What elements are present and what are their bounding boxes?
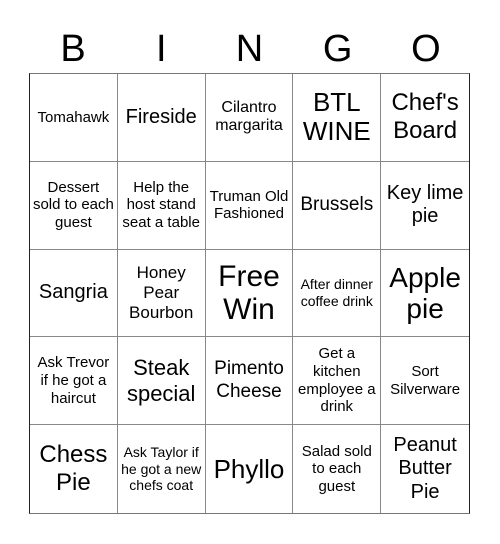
bingo-cell[interactable]: Sort Silverware (381, 337, 469, 426)
header-letter-i: I (156, 28, 167, 70)
header-letter-g: G (322, 28, 353, 70)
bingo-cell[interactable]: Apple pie (381, 250, 469, 338)
bingo-cell[interactable]: Tomahawk (30, 74, 118, 162)
header-letter-o: O (411, 28, 441, 70)
header-letter-b: B (60, 28, 86, 70)
header-letter-n: N (235, 28, 264, 70)
bingo-cell[interactable]: Cilantro margarita (205, 74, 294, 162)
bingo-header: B I N G O (29, 26, 470, 72)
bingo-cell[interactable]: Phyllo (206, 425, 294, 513)
bingo-cell[interactable]: Help the host stand seat a table (117, 161, 206, 250)
bingo-cell[interactable]: Sangria (30, 249, 118, 338)
bingo-cell[interactable]: Truman Old Fashioned (205, 161, 294, 250)
bingo-cell[interactable]: Pimento Cheese (205, 337, 294, 426)
bingo-cell[interactable]: Key lime pie (381, 162, 469, 250)
bingo-cell[interactable]: Brussels (293, 161, 382, 250)
bingo-cell[interactable]: Chess Pie (30, 425, 118, 513)
bingo-cell[interactable]: Chef's Board (381, 74, 469, 162)
bingo-cell[interactable]: Steak special (117, 337, 206, 426)
bingo-cell[interactable]: Ask Trevor if he got a haircut (30, 337, 118, 426)
bingo-cell[interactable]: Get a kitchen employee a drink (293, 337, 382, 426)
bingo-cell-free[interactable]: Free Win (205, 249, 294, 338)
bingo-cell[interactable]: Dessert sold to each guest (30, 161, 118, 250)
bingo-cell[interactable]: Salad sold to each guest (293, 425, 382, 513)
bingo-grid: Tomahawk Fireside Cilantro margarita BTL… (29, 73, 470, 514)
bingo-cell[interactable]: Honey Pear Bourbon (117, 249, 206, 338)
bingo-cell[interactable]: Ask Taylor if he got a new chefs coat (118, 425, 206, 513)
bingo-cell[interactable]: Fireside (117, 74, 206, 162)
bingo-cell[interactable]: After dinner coffee drink (293, 249, 382, 338)
bingo-cell[interactable]: BTL WINE (293, 74, 382, 162)
bingo-cell[interactable]: Peanut Butter Pie (381, 425, 469, 513)
